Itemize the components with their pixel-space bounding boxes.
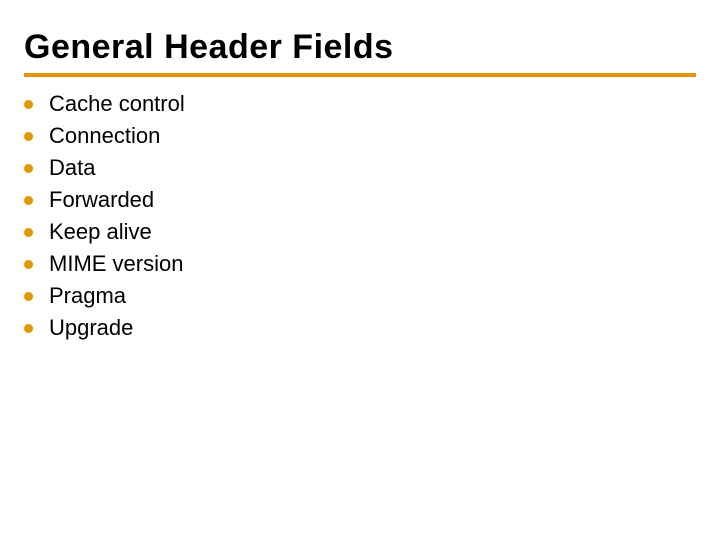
- bullet-icon: [24, 100, 33, 109]
- list-item-label: Connection: [49, 123, 160, 149]
- bullet-icon: [24, 164, 33, 173]
- bullet-icon: [24, 260, 33, 269]
- list-item: Forwarded: [24, 187, 696, 213]
- list-item-label: Pragma: [49, 283, 126, 309]
- list-item-label: Cache control: [49, 91, 185, 117]
- list-item-label: Data: [49, 155, 95, 181]
- list-item-label: Forwarded: [49, 187, 154, 213]
- bullet-icon: [24, 132, 33, 141]
- bullet-icon: [24, 292, 33, 301]
- list-item: Cache control: [24, 91, 696, 117]
- list-item: Data: [24, 155, 696, 181]
- list-item: Connection: [24, 123, 696, 149]
- slide-title: General Header Fields: [24, 28, 696, 77]
- list-item-label: Upgrade: [49, 315, 133, 341]
- header-fields-list: Cache control Connection Data Forwarded …: [24, 91, 696, 341]
- list-item: Keep alive: [24, 219, 696, 245]
- list-item: MIME version: [24, 251, 696, 277]
- list-item: Pragma: [24, 283, 696, 309]
- bullet-icon: [24, 196, 33, 205]
- list-item: Upgrade: [24, 315, 696, 341]
- bullet-icon: [24, 324, 33, 333]
- list-item-label: Keep alive: [49, 219, 152, 245]
- list-item-label: MIME version: [49, 251, 183, 277]
- bullet-icon: [24, 228, 33, 237]
